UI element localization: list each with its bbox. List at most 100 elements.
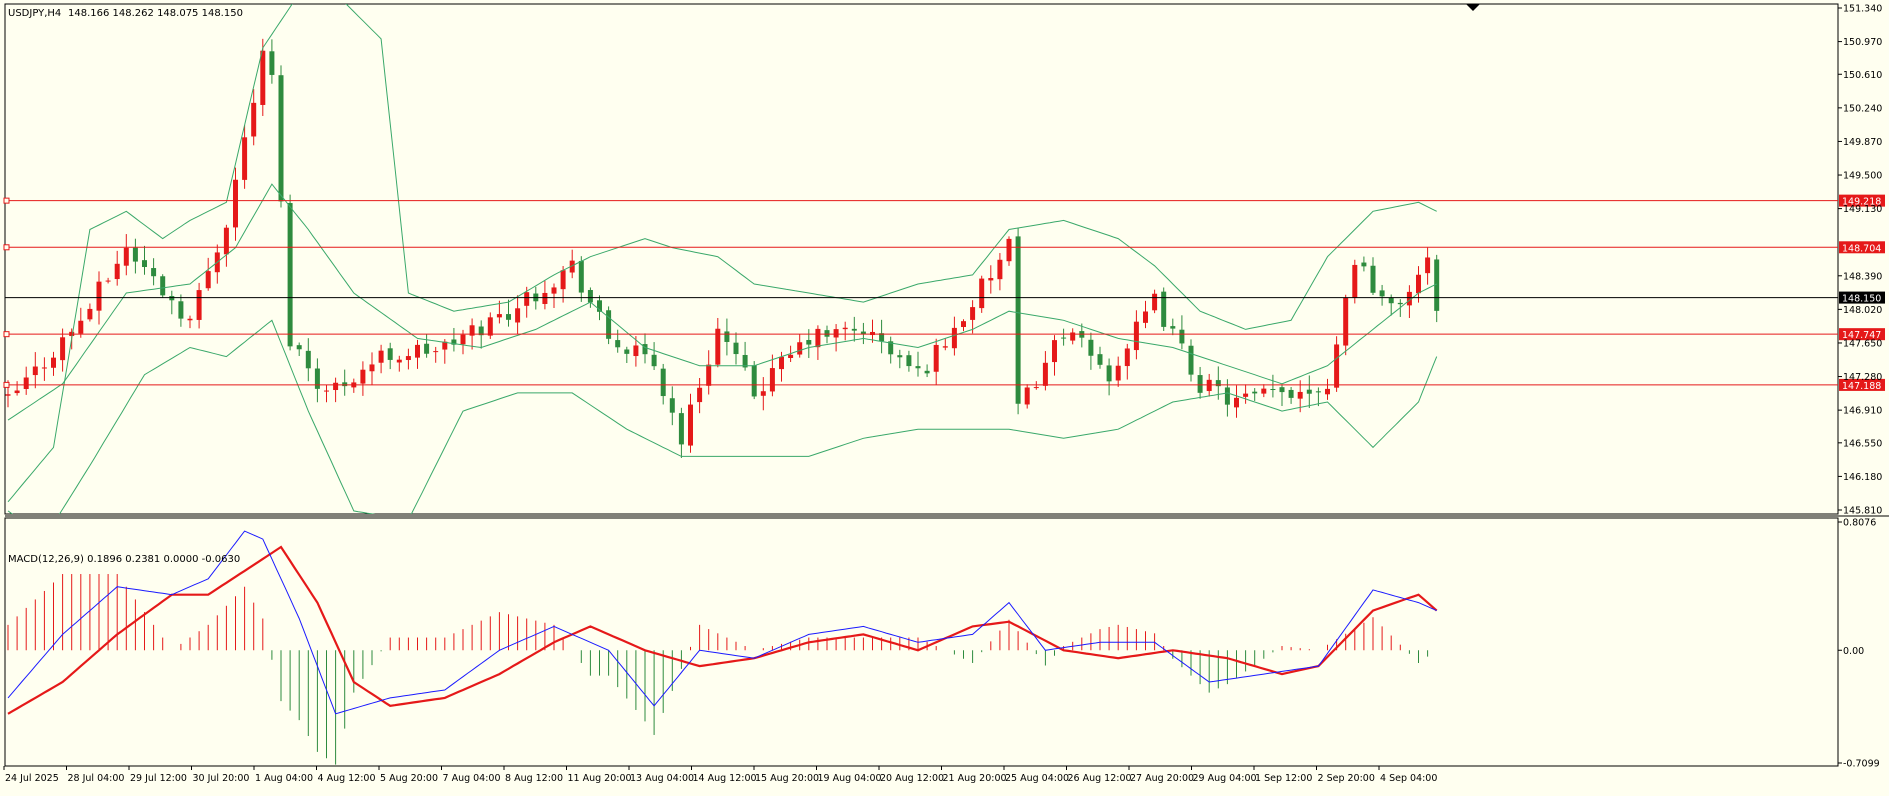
candle-body xyxy=(1343,297,1349,346)
time-tick-label: 4 Aug 12:00 xyxy=(318,773,376,784)
candle-body xyxy=(1270,389,1276,391)
candle-body xyxy=(41,367,47,369)
candle-body xyxy=(178,301,184,319)
candle-body xyxy=(587,290,593,303)
macd-tick-label: -0.7099 xyxy=(1843,759,1880,770)
candle-body xyxy=(1024,387,1030,405)
candle-body xyxy=(1124,348,1130,367)
candle-body xyxy=(305,350,311,369)
time-tick-label: 26 Aug 12:00 xyxy=(1068,773,1132,784)
candle-body xyxy=(551,287,557,294)
time-tick-label: 28 Jul 04:00 xyxy=(68,773,125,784)
candle-body xyxy=(1279,387,1285,393)
candle-body xyxy=(1161,291,1167,327)
time-tick-label: 25 Aug 04:00 xyxy=(1005,773,1069,784)
candle-body xyxy=(1052,340,1057,363)
candle-body xyxy=(360,369,366,384)
candle-body xyxy=(1297,391,1303,399)
candle-body xyxy=(1315,391,1321,393)
candle-body xyxy=(496,314,502,318)
candle-body xyxy=(132,247,138,262)
candle-body xyxy=(205,271,211,289)
candle-body xyxy=(260,50,266,105)
macd-tick-label: 0.00 xyxy=(1843,646,1864,657)
time-tick-label: 30 Jul 20:00 xyxy=(193,773,250,784)
time-tick-label: 8 Aug 12:00 xyxy=(505,773,563,784)
price-tick-label: 151.340 xyxy=(1843,4,1882,15)
candle-body xyxy=(187,318,193,321)
candle-body xyxy=(951,327,957,349)
candle-body xyxy=(942,346,948,348)
candle-body xyxy=(615,340,621,348)
candle-body xyxy=(32,366,38,376)
candle-body xyxy=(105,280,111,282)
candle-body xyxy=(988,278,994,281)
candle-body xyxy=(1015,236,1021,404)
price-tick-label: 150.240 xyxy=(1843,103,1882,114)
candle-body xyxy=(1106,365,1112,382)
candle-body xyxy=(387,348,393,360)
candle-body xyxy=(651,354,657,367)
macd-tick-label: 0.8076 xyxy=(1843,518,1876,529)
candle-body xyxy=(324,390,329,392)
candle-body xyxy=(1352,264,1358,298)
candle-body xyxy=(842,327,848,330)
price-tick-label: 146.910 xyxy=(1843,406,1882,417)
candle-body xyxy=(578,260,584,293)
level-tag-label: 148.150 xyxy=(1842,294,1881,305)
candle-body xyxy=(251,102,257,137)
chart-root: 149.218 148.704 148.150 147.747 147.188 151.3… xyxy=(0,0,1889,792)
candle-body xyxy=(142,260,147,268)
candle-body xyxy=(515,308,521,323)
candle-body xyxy=(669,398,675,413)
time-tick-label: 24 Jul 2025 xyxy=(5,773,59,784)
candle-body xyxy=(1379,290,1385,297)
level-handle xyxy=(3,244,10,251)
candle-body xyxy=(223,227,229,255)
time-tick-label: 29 Jul 12:00 xyxy=(130,773,187,784)
candle-body xyxy=(269,51,275,75)
candle-body xyxy=(1261,388,1267,394)
macd-label: MACD(12,26,9) 0.1896 0.2381 0.0000 -0.06… xyxy=(8,554,240,565)
time-tick-label: 13 Aug 04:00 xyxy=(630,773,694,784)
candle-body xyxy=(296,345,302,350)
time-tick-label: 5 Aug 20:00 xyxy=(380,773,438,784)
candle-body xyxy=(1188,345,1194,375)
candle-body xyxy=(60,337,66,361)
candle-body xyxy=(487,317,493,336)
candle-body xyxy=(369,364,375,372)
price-tick-label: 150.970 xyxy=(1843,37,1882,48)
candle-body xyxy=(1234,397,1239,408)
time-tick-label: 20 Aug 12:00 xyxy=(880,773,944,784)
candle-body xyxy=(624,349,630,354)
candle-body xyxy=(1425,257,1431,274)
candle-body xyxy=(961,321,966,327)
price-tick-label: 147.650 xyxy=(1843,338,1882,349)
candle-body xyxy=(160,276,166,296)
candle-body xyxy=(460,334,466,345)
candle-body xyxy=(1033,387,1039,389)
level-handle xyxy=(3,197,10,204)
candle-body xyxy=(506,314,511,320)
candle-body xyxy=(1143,311,1148,323)
time-tick-label: 1 Sep 12:00 xyxy=(1255,773,1312,784)
candle-body xyxy=(924,370,930,374)
time-tick-label: 7 Aug 04:00 xyxy=(443,773,501,784)
time-tick-label: 14 Aug 12:00 xyxy=(693,773,757,784)
candle-body xyxy=(769,368,775,392)
candle-body xyxy=(760,391,766,396)
time-tick-label: 29 Aug 04:00 xyxy=(1193,773,1257,784)
candle-body xyxy=(678,413,684,445)
candle-body xyxy=(342,382,348,387)
price-tick-label: 147.280 xyxy=(1843,372,1882,383)
candle-body xyxy=(242,137,248,180)
candle-body xyxy=(688,404,693,446)
candle-body xyxy=(51,357,56,368)
level-handle xyxy=(3,381,10,388)
candle-body xyxy=(560,270,566,290)
candle-body xyxy=(1133,321,1139,351)
price-tick-label: 146.180 xyxy=(1843,472,1882,483)
symbol-label: USDJPY,H4 xyxy=(8,8,61,19)
candle-body xyxy=(815,328,821,348)
level-handle xyxy=(3,331,10,338)
